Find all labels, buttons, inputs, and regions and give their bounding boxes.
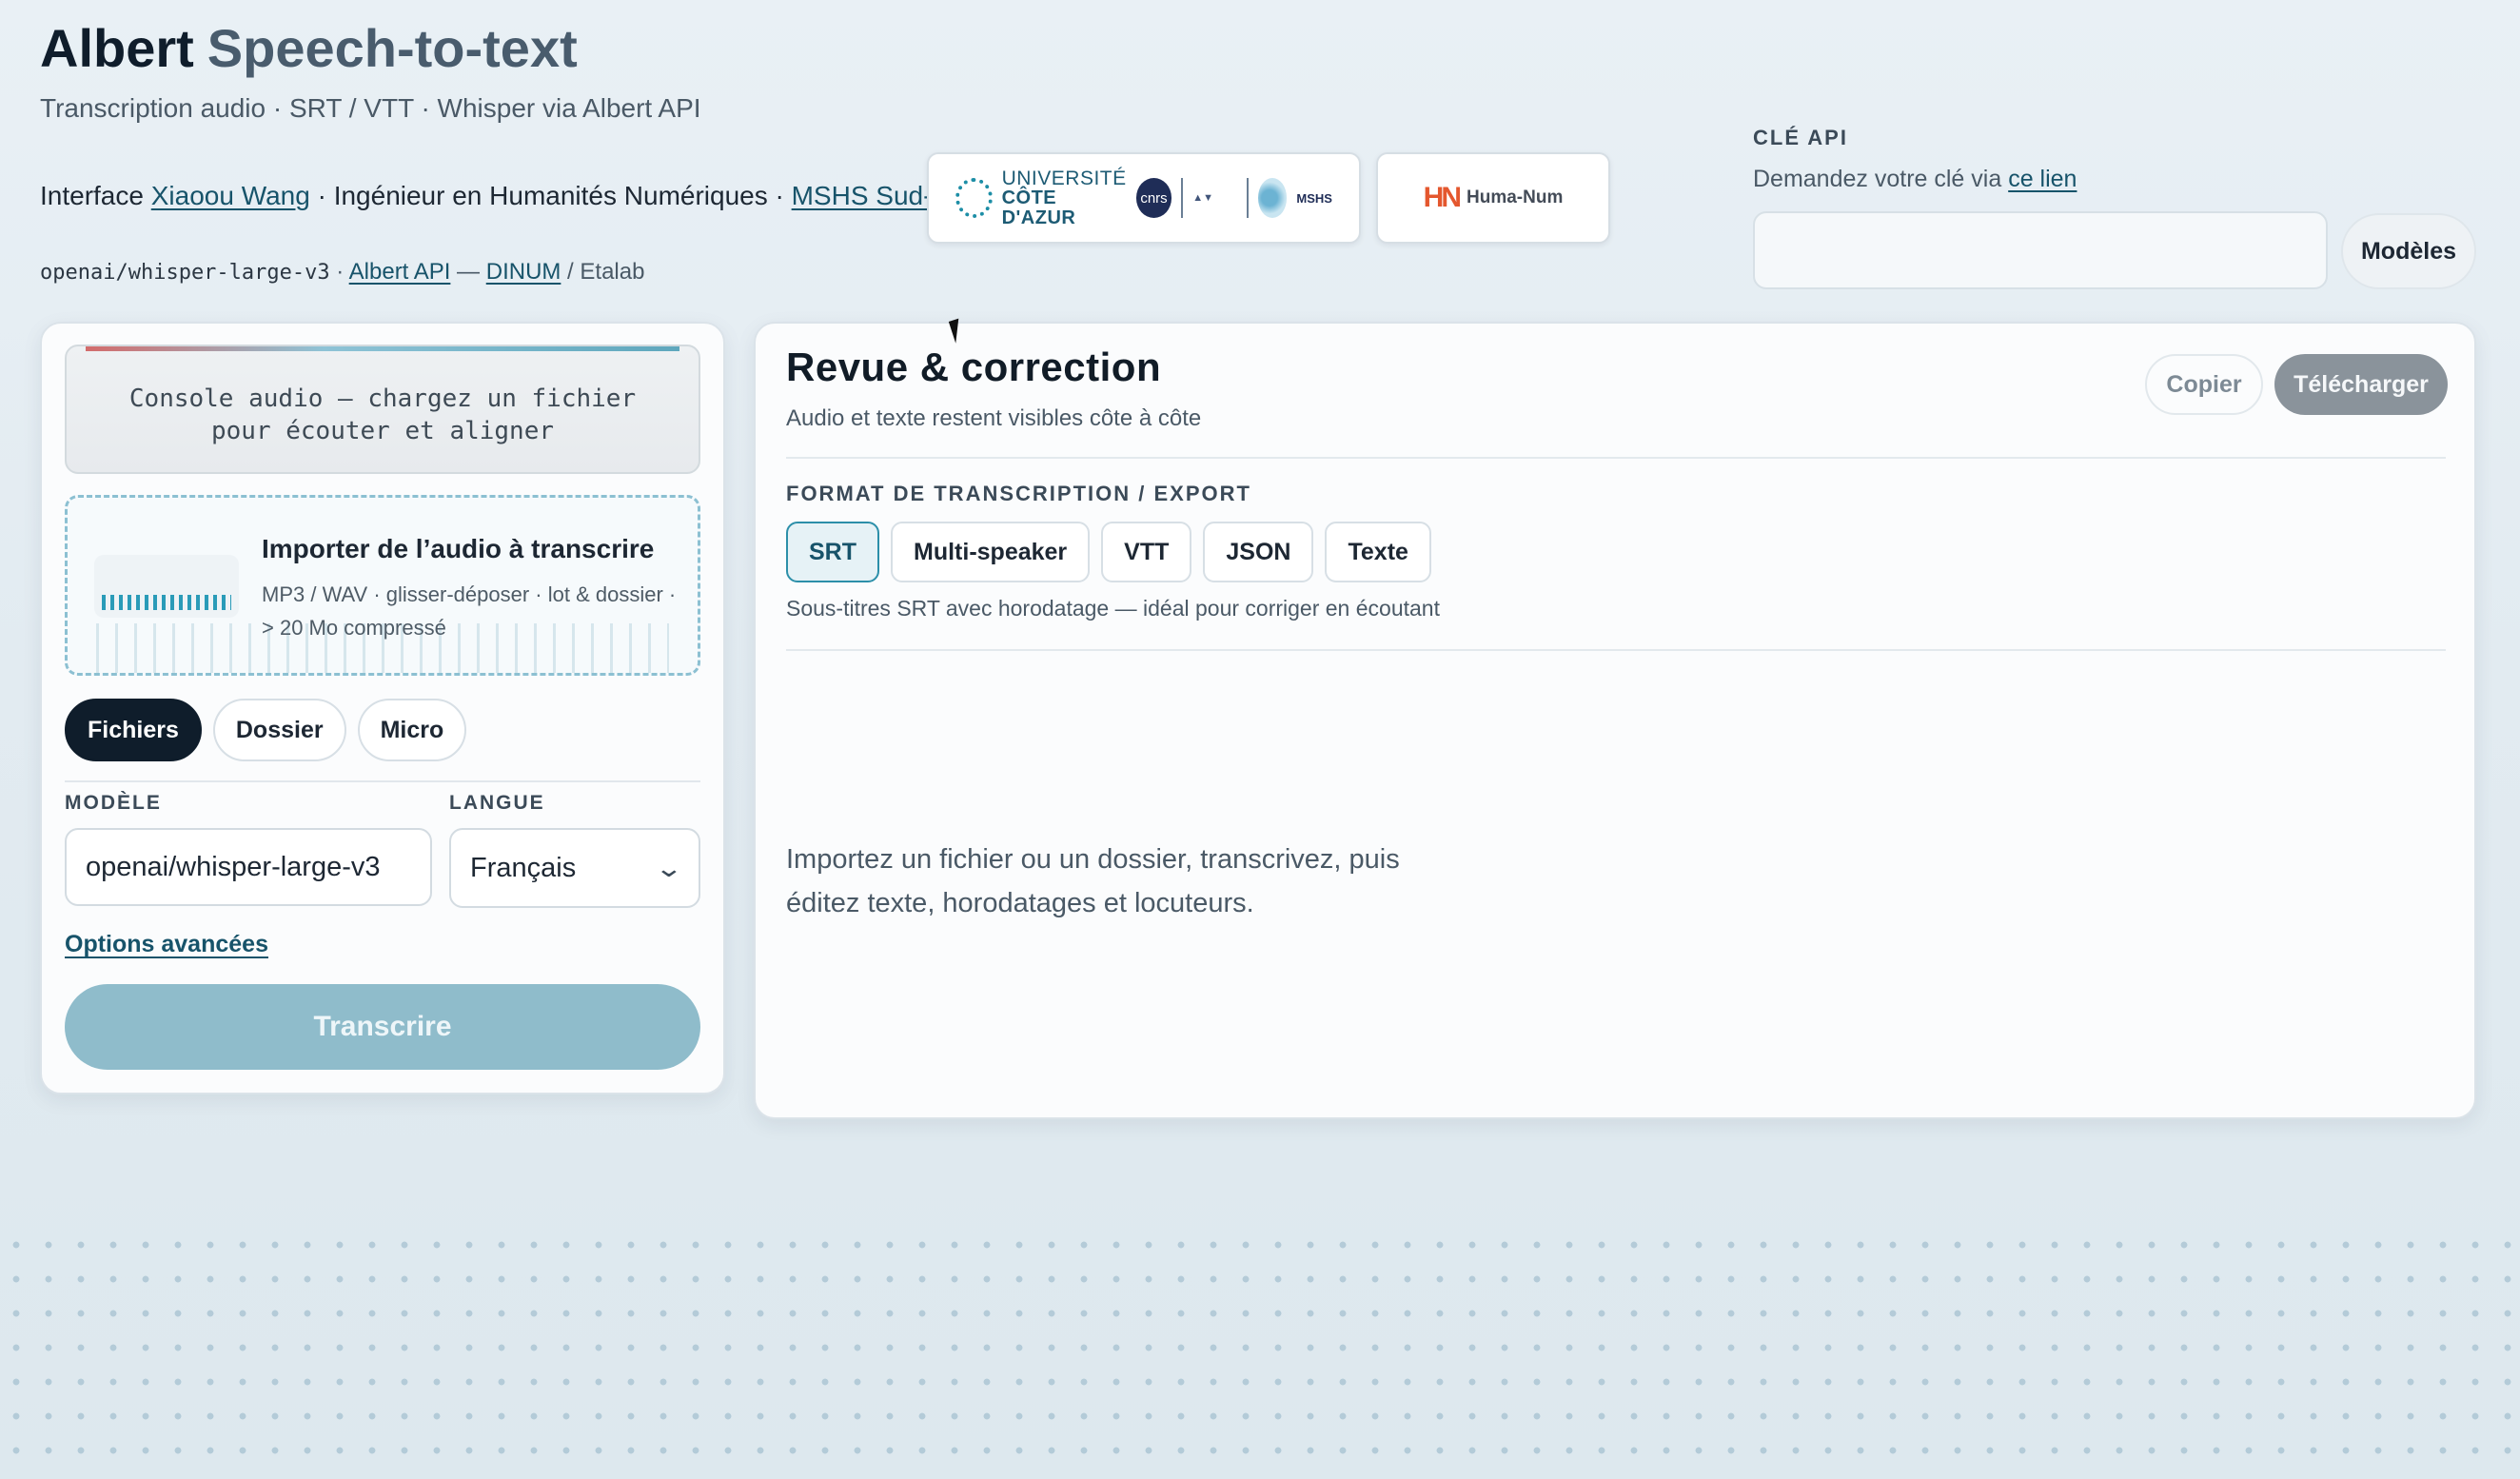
author-link[interactable]: Xiaoou Wang [151,181,310,210]
cnrs-logo: cnrs [1135,178,1172,218]
api-key-input[interactable] [1753,211,2328,289]
transcribe-button[interactable]: Transcrire [65,984,700,1070]
logo-divider [1247,178,1249,218]
model-id-text: openai/whisper-large-v3 [40,261,330,285]
humanum-logo-card[interactable]: HN Huma-Num [1376,152,1610,244]
empty-state-message: Importez un fichier ou un dossier, trans… [786,844,1400,918]
albert-api-link[interactable]: Albert API [349,259,451,285]
review-panel: Revue & correction Audio et texte resten… [754,322,2476,1119]
credit-line: Interface Xiaoou Wang · Ingénieur en Hum… [40,181,971,211]
tab-folder[interactable]: Dossier [212,699,346,761]
review-title: Revue & correction [786,345,1162,389]
credit-prefix: Interface [40,181,151,210]
header-divider [786,457,2446,459]
model-info-line: openai/whisper-large-v3 · Albert API — D… [40,259,644,286]
format-tabs: SRT Multi-speaker VTT JSON Texte [786,522,1431,582]
page-title: Albert Speech-to-text [40,17,578,80]
format-tab-text[interactable]: Texte [1325,522,1431,582]
waveform-icon [94,555,239,618]
model-input[interactable] [65,828,432,906]
uca-line2: CÔTE D'AZUR [1001,187,1076,228]
advanced-options-link[interactable]: Options avancées [65,931,268,958]
api-key-link[interactable]: ce lien [2008,166,2077,192]
models-button[interactable]: Modèles [2341,213,2476,289]
university-logo-icon: ▲▼ [1192,191,1213,204]
uca-logo-text: UNIVERSITÉ CÔTE D'AZUR [1002,168,1127,228]
uca-line1: UNIVERSITÉ [1001,167,1127,189]
format-tab-multi-speaker[interactable]: Multi-speaker [891,522,1091,582]
audio-dropzone[interactable]: Importer de l’audio à transcrire MP3 / W… [65,495,700,676]
chevron-down-icon: ⌄ [654,853,684,882]
tab-microphone[interactable]: Micro [357,699,467,761]
format-tab-vtt[interactable]: VTT [1101,522,1192,582]
humanum-logo-icon: HN [1423,182,1462,213]
api-key-hint: Demandez votre clé via ce lien [1753,166,2077,193]
partners-logo-card[interactable]: UNIVERSITÉ CÔTE D'AZUR cnrs ▲▼ MSHS [927,152,1361,244]
format-tab-json[interactable]: JSON [1203,522,1314,582]
format-tab-srt[interactable]: SRT [786,522,879,582]
brand-name: Albert [40,18,194,78]
app-name: Speech-to-text [207,18,578,78]
language-select[interactable]: Français ⌄ [449,828,700,908]
api-hint-prefix: Demandez votre clé via [1753,166,2009,192]
upload-panel: Console audio — chargez un fichier pour … [40,322,725,1094]
dropzone-description: MP3 / WAV · glisser-déposer · lot & doss… [262,582,677,640]
format-description: Sous-titres SRT avec horodatage — idéal … [786,596,1440,621]
tab-files[interactable]: Fichiers [65,699,202,761]
separator-dot: · [329,259,349,285]
etalab-text: / Etalab [561,259,645,285]
language-label: LANGUE [449,792,545,814]
copy-button[interactable]: Copier [2145,354,2263,415]
dash-separator: — [450,259,486,285]
dotted-background-pattern [0,1228,2520,1479]
source-tabs: Fichiers Dossier Micro [65,699,467,761]
logo-divider [1181,178,1184,218]
review-subtitle: Audio et texte restent visibles côte à c… [786,405,1202,431]
section-divider [65,780,700,782]
humanum-logo-text: Huma-Num [1467,187,1564,207]
audio-console: Console audio — chargez un fichier pour … [65,345,700,474]
console-line-1: Console audio — chargez un fichier [128,385,637,413]
dropzone-title: Importer de l’audio à transcrire [262,534,655,563]
api-key-label: CLÉ API [1753,126,1848,149]
mshs-logo-text: MSHS [1296,190,1332,206]
console-line-2: pour écouter et aligner [210,417,555,445]
format-divider [786,649,2446,651]
download-button[interactable]: Télécharger [2274,354,2448,415]
language-value: Français [470,852,577,883]
format-label: FORMAT DE TRANSCRIPTION / EXPORT [786,482,1251,505]
credit-role: · Ingénieur en Humanités Numériques · [309,181,792,210]
model-label: MODÈLE [65,792,162,814]
dinum-link[interactable]: DINUM [486,259,561,285]
mshs-logo-icon [1257,178,1288,218]
uca-logo-icon [955,178,993,218]
page-subtitle: Transcription audio · SRT / VTT · Whispe… [40,93,701,123]
